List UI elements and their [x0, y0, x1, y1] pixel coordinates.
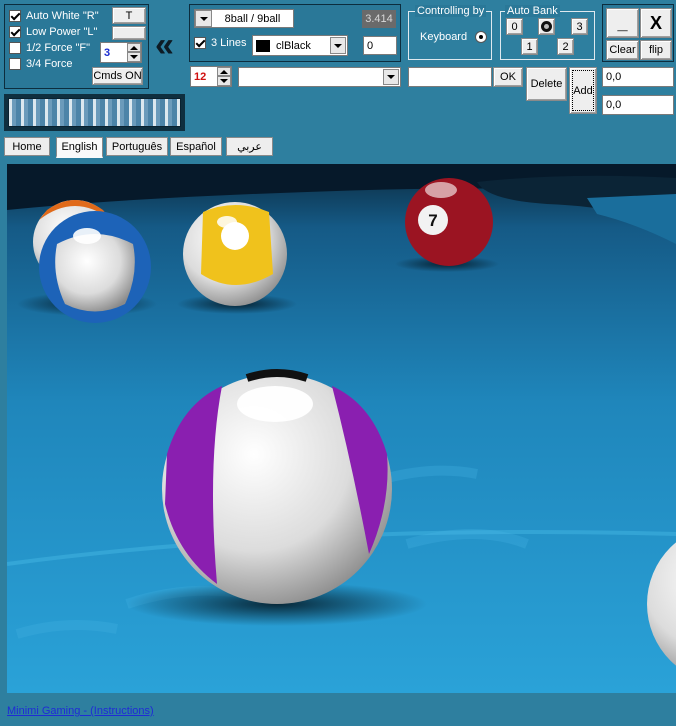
ball-twelve [162, 369, 392, 604]
add-button[interactable]: Add [569, 67, 597, 114]
color-select[interactable]: clBlack [252, 35, 348, 56]
svg-text:7: 7 [428, 211, 437, 230]
spinner-down-icon[interactable] [127, 52, 141, 62]
bank-1-button[interactable]: 1 [521, 38, 538, 55]
bank-2-button[interactable]: 2 [557, 38, 574, 55]
half-force-checkbox[interactable]: 1/2 Force "F" [9, 42, 90, 54]
flip-button[interactable]: flip [640, 40, 672, 60]
mode-value-display: 3.414 [362, 10, 396, 28]
force-spinner-arrows[interactable] [127, 43, 141, 62]
number-up-icon[interactable] [217, 67, 231, 76]
delete-button[interactable]: Delete [526, 67, 567, 101]
three-quarter-force-checkbox[interactable]: 3/4 Force [9, 58, 72, 70]
spinner-up-icon[interactable] [127, 43, 141, 52]
color-dropdown-icon[interactable] [330, 37, 346, 54]
number-spinner-arrows[interactable] [217, 67, 231, 86]
auto-bank-group: Auto Bank 0 3 1 2 [500, 5, 595, 60]
bank-center-button[interactable] [538, 18, 555, 35]
force-value: 3 [104, 46, 111, 59]
game-settings-panel: 8ball / 9ball 3.414 3 Lines clBlack 0 [189, 4, 401, 62]
color-swatch [256, 39, 270, 52]
tab-portugues[interactable]: Português [106, 137, 168, 156]
combo-dropdown-icon[interactable] [383, 69, 399, 85]
number-down-icon[interactable] [217, 76, 231, 86]
auto-bank-legend: Auto Bank [505, 5, 560, 17]
ball-yellow [183, 202, 287, 306]
ball-blue [39, 211, 151, 323]
power-bar-stripes [8, 98, 181, 127]
three-quarter-force-check[interactable] [9, 58, 21, 70]
tab-home[interactable]: Home [4, 137, 50, 156]
auto-white-check[interactable] [9, 10, 21, 22]
pool-table-scene: 7 [7, 164, 676, 693]
collapse-icon[interactable]: « [155, 28, 174, 62]
eye-icon [541, 21, 552, 32]
color-value: clBlack [276, 39, 311, 52]
half-force-check[interactable] [9, 42, 21, 54]
bank-3-button[interactable]: 3 [571, 18, 588, 35]
clear-button[interactable]: Clear [606, 40, 639, 60]
coord-field-1[interactable]: 0,0 [602, 67, 674, 87]
three-lines-check[interactable] [194, 37, 206, 49]
ball-seven: 7 [405, 178, 493, 266]
half-force-label: 1/2 Force "F" [26, 42, 91, 54]
keyboard-radio[interactable] [475, 31, 487, 43]
ok-button[interactable]: OK [493, 67, 523, 87]
blank-button[interactable] [112, 26, 146, 40]
auto-white-checkbox[interactable]: Auto White "R" [9, 10, 99, 22]
auto-white-label: Auto White "R" [26, 10, 99, 22]
minimize-button[interactable]: _ [606, 8, 639, 38]
options-panel: Auto White "R" Low Power "L" 1/2 Force "… [4, 4, 149, 89]
number-spinner[interactable]: 12 [190, 66, 232, 87]
coord-field-2[interactable]: 0,0 [602, 95, 674, 115]
keyboard-option-label: Keyboard [420, 31, 468, 43]
mode-dropdown-icon[interactable] [195, 10, 212, 27]
tab-espanol[interactable]: Español [170, 137, 222, 156]
t-button[interactable]: T [112, 7, 146, 24]
power-bar [4, 94, 185, 131]
low-power-check[interactable] [9, 26, 21, 38]
radio-dot [479, 35, 483, 39]
tab-english[interactable]: English [56, 137, 103, 158]
cmds-on-button[interactable]: Cmds ON [92, 67, 143, 85]
window-controls-panel: _ X Clear flip [602, 4, 674, 62]
lines-input[interactable]: 0 [363, 36, 397, 55]
three-lines-label: 3 Lines [211, 37, 247, 49]
game-view[interactable]: 7 [7, 164, 676, 693]
low-power-label: Low Power "L" [26, 26, 98, 38]
force-spinner[interactable]: 3 [100, 42, 142, 63]
controlling-legend: Controlling by [415, 5, 487, 17]
mode-label: 8ball / 9ball [224, 12, 281, 25]
bank-0-button[interactable]: 0 [506, 18, 523, 35]
close-button[interactable]: X [640, 8, 672, 38]
combo-select[interactable] [238, 67, 401, 87]
three-quarter-force-label: 3/4 Force [26, 58, 73, 70]
mode-selector[interactable]: 8ball / 9ball [194, 9, 294, 28]
low-power-checkbox[interactable]: Low Power "L" [9, 26, 97, 38]
number-value: 12 [194, 70, 207, 83]
three-lines-checkbox[interactable]: 3 Lines [194, 37, 246, 49]
controlling-group: Controlling by Keyboard [408, 5, 492, 60]
instructions-link[interactable]: Minimi Gaming - (Instructions) [7, 705, 154, 717]
tab-arabic[interactable]: عربي [226, 137, 273, 156]
text-input[interactable] [408, 67, 492, 87]
